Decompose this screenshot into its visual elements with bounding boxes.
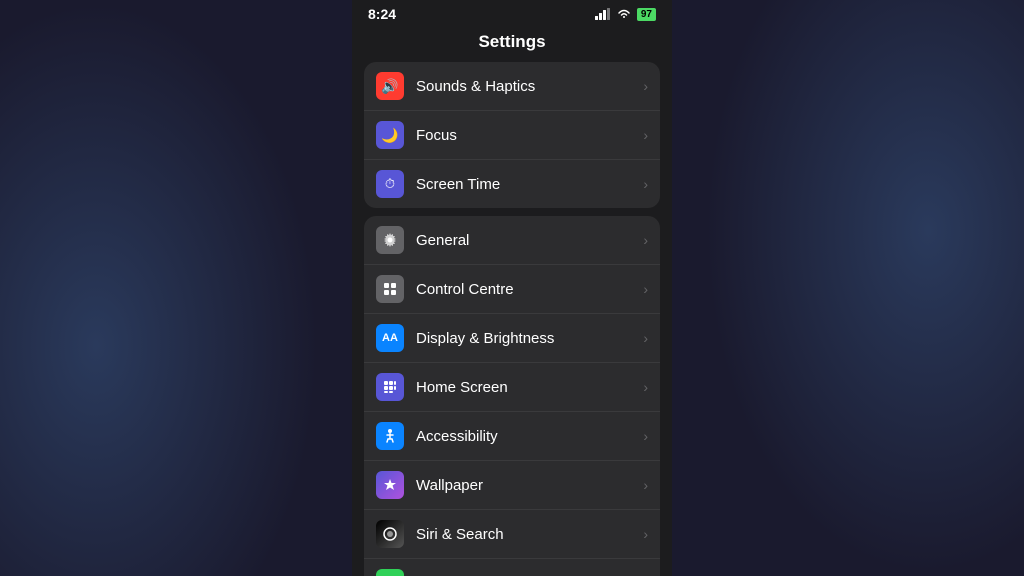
settings-item-homescreen[interactable]: Home Screen › [364,363,660,412]
homescreen-icon [376,373,404,401]
wifi-icon [616,8,632,20]
general-label: General [416,232,639,249]
status-bar: 8:24 97 [352,0,672,26]
siri-chevron: › [643,526,648,542]
focus-label: Focus [416,127,639,144]
wallpaper-icon [376,471,404,499]
homescreen-label: Home Screen [416,379,639,396]
settings-item-screentime[interactable]: ⏱ Screen Time › [364,160,660,208]
settings-item-siri[interactable]: Siri & Search › [364,510,660,559]
accessibility-chevron: › [643,428,648,444]
accessibility-glyph [382,428,398,444]
battery-percent: 97 [641,9,652,20]
display-chevron: › [643,330,648,346]
settings-item-faceid[interactable]: Face ID & Passcode › [364,559,660,576]
wallpaper-glyph [382,477,398,493]
settings-item-wallpaper[interactable]: Wallpaper › [364,461,660,510]
general-icon [376,226,404,254]
homescreen-glyph [382,379,398,395]
display-icon: AA [376,324,404,352]
siri-icon [376,520,404,548]
status-time: 8:24 [368,6,396,22]
homescreen-chevron: › [643,379,648,395]
settings-group-2: General › Control Centre › AA [364,216,660,576]
settings-item-controlcentre[interactable]: Control Centre › [364,265,660,314]
settings-group-1: 🔊 Sounds & Haptics › 🌙 Focus › ⏱ Screen … [364,62,660,208]
battery-icon: 97 [637,8,656,21]
bg-right [704,0,1024,576]
focus-icon: 🌙 [376,121,404,149]
settings-header: Settings [352,26,672,62]
screentime-icon: ⏱ [376,170,404,198]
display-label: Display & Brightness [416,330,639,347]
page-title: Settings [478,32,545,51]
wallpaper-chevron: › [643,477,648,493]
focus-chevron: › [643,127,648,143]
faceid-icon [376,569,404,576]
sounds-label: Sounds & Haptics [416,78,639,95]
gear-icon [382,232,398,248]
screentime-label: Screen Time [416,176,639,193]
screentime-chevron: › [643,176,648,192]
status-icons: 97 [595,8,656,21]
settings-item-general[interactable]: General › [364,216,660,265]
sounds-chevron: › [643,78,648,94]
siri-label: Siri & Search [416,526,639,543]
signal-icon [595,8,611,20]
settings-item-accessibility[interactable]: Accessibility › [364,412,660,461]
accessibility-icon [376,422,404,450]
accessibility-label: Accessibility [416,428,639,445]
controlcentre-icon [376,275,404,303]
siri-glyph [382,526,398,542]
settings-item-sounds[interactable]: 🔊 Sounds & Haptics › [364,62,660,111]
wallpaper-label: Wallpaper [416,477,639,494]
controlcentre-glyph [382,281,398,297]
sounds-icon: 🔊 [376,72,404,100]
phone-screen: 8:24 97 Settings [352,0,672,576]
controlcentre-chevron: › [643,281,648,297]
bg-left [0,0,320,576]
settings-item-focus[interactable]: 🌙 Focus › [364,111,660,160]
general-chevron: › [643,232,648,248]
settings-item-display[interactable]: AA Display & Brightness › [364,314,660,363]
controlcentre-label: Control Centre [416,281,639,298]
settings-content: 🔊 Sounds & Haptics › 🌙 Focus › ⏱ Screen … [352,62,672,576]
